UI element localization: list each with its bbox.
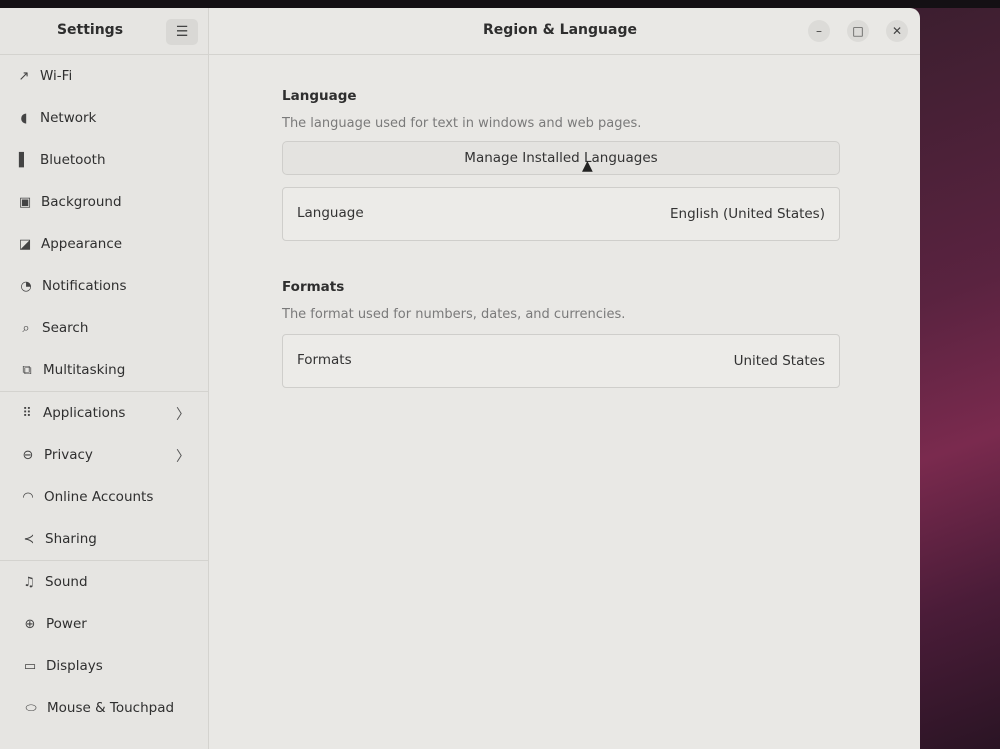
language-section-description: The language used for text in windows an…	[282, 116, 642, 131]
region-language-panel: Language The language used for text in w…	[282, 88, 842, 388]
applications-icon: ⠿	[22, 405, 32, 421]
maximize-icon[interactable]: □	[847, 20, 869, 42]
sidebar-title: Settings	[56, 22, 124, 38]
search-icon: ⌕	[22, 320, 30, 336]
multitasking-icon: ⧉	[22, 362, 32, 378]
sidebar-item-wifi[interactable]: ↗ Wi-Fi	[19, 55, 208, 97]
network-icon: ◖	[20, 110, 28, 126]
hamburger-menu-icon[interactable]: ☰	[166, 19, 198, 45]
wifi-icon: ↗	[18, 68, 30, 84]
sidebar-item-label: Displays	[46, 658, 103, 674]
sidebar-item-mouse-touchpad[interactable]: ⬭ Mouse & Touchpad	[25, 687, 208, 729]
settings-window: ⌕ Settings ☰ ↗ Wi-Fi ◖ Network ▌ Bluetoo…	[0, 8, 920, 749]
sidebar-item-label: Privacy	[44, 447, 93, 463]
sidebar-nav: ↗ Wi-Fi ◖ Network ▌ Bluetooth ▣ Backgrou…	[0, 55, 208, 729]
sidebar-item-label: Network	[40, 110, 97, 126]
sidebar-item-online-accounts[interactable]: ◠ Online Accounts	[22, 476, 208, 518]
sidebar-item-label: Power	[46, 616, 87, 632]
sidebar-item-privacy[interactable]: ⊖ Privacy 〉	[23, 434, 208, 476]
language-section-title: Language	[282, 88, 357, 104]
privacy-lock-icon: ⊖	[22, 447, 34, 463]
language-row-label: Language	[297, 205, 364, 221]
bluetooth-icon: ▌	[19, 152, 29, 168]
formats-row-label: Formats	[297, 352, 352, 368]
header-bar: Region & Language – □ ✕	[208, 8, 920, 55]
sidebar-item-label: Sound	[45, 574, 88, 590]
power-icon: ⊕	[24, 616, 36, 632]
sidebar-item-sound[interactable]: ♫ Sound	[23, 561, 208, 603]
sidebar-item-power[interactable]: ⊕ Power	[25, 603, 208, 645]
minimize-icon[interactable]: –	[808, 20, 830, 42]
sidebar-item-label: Bluetooth	[40, 152, 106, 168]
sidebar: ⌕ Settings ☰ ↗ Wi-Fi ◖ Network ▌ Bluetoo…	[0, 8, 209, 749]
appearance-icon: ◪	[18, 236, 32, 252]
close-icon[interactable]: ✕	[886, 20, 908, 42]
sidebar-item-multitasking[interactable]: ⧉ Multitasking	[22, 349, 208, 391]
manage-installed-languages-button[interactable]: Manage Installed Languages	[282, 141, 840, 175]
notifications-icon: ◔	[20, 278, 32, 294]
sidebar-header: ⌕ Settings ☰	[0, 8, 208, 55]
sidebar-item-sharing[interactable]: ≺ Sharing	[24, 518, 208, 560]
chevron-right-icon: 〉	[176, 449, 190, 465]
language-row-value: English (United States)	[670, 206, 825, 222]
sidebar-item-label: Notifications	[42, 278, 127, 294]
sidebar-item-notifications[interactable]: ◔ Notifications	[20, 265, 208, 307]
sidebar-item-bluetooth[interactable]: ▌ Bluetooth	[19, 139, 208, 181]
formats-section-description: The format used for numbers, dates, and …	[282, 307, 626, 322]
sidebar-item-label: Appearance	[41, 236, 123, 252]
sidebar-item-label: Sharing	[45, 531, 97, 547]
top-bar	[0, 0, 1000, 8]
sharing-icon: ≺	[23, 531, 35, 547]
sidebar-item-appearance[interactable]: ◪ Appearance	[19, 223, 208, 265]
background-icon: ▣	[18, 194, 32, 210]
sidebar-item-displays[interactable]: ▭ Displays	[24, 645, 208, 687]
formats-row-value: United States	[733, 353, 825, 369]
sidebar-item-label: Applications	[43, 405, 126, 421]
sidebar-item-background[interactable]: ▣ Background	[19, 181, 208, 223]
sidebar-item-label: Multitasking	[43, 362, 126, 378]
formats-row[interactable]: Formats United States	[282, 334, 840, 388]
page-title: Region & Language	[483, 22, 637, 38]
sidebar-item-label: Search	[42, 320, 89, 336]
mouse-cursor-icon: ▲	[582, 158, 593, 174]
chevron-right-icon: 〉	[176, 407, 190, 423]
sidebar-item-label: Wi-Fi	[40, 68, 73, 84]
sidebar-item-label: Mouse & Touchpad	[47, 700, 175, 716]
sidebar-item-label: Background	[41, 194, 122, 210]
sidebar-item-search[interactable]: ⌕ Search	[22, 307, 208, 349]
displays-icon: ▭	[23, 658, 37, 674]
sidebar-item-network[interactable]: ◖ Network	[20, 97, 208, 139]
sidebar-item-applications[interactable]: ⠿ Applications 〉	[22, 392, 208, 434]
online-accounts-icon: ◠	[22, 489, 34, 505]
formats-section-title: Formats	[282, 279, 345, 295]
sound-icon: ♫	[23, 574, 35, 590]
language-row[interactable]: Language English (United States)	[282, 187, 840, 241]
mouse-icon: ⬭	[25, 700, 37, 716]
sidebar-item-label: Online Accounts	[44, 489, 154, 505]
